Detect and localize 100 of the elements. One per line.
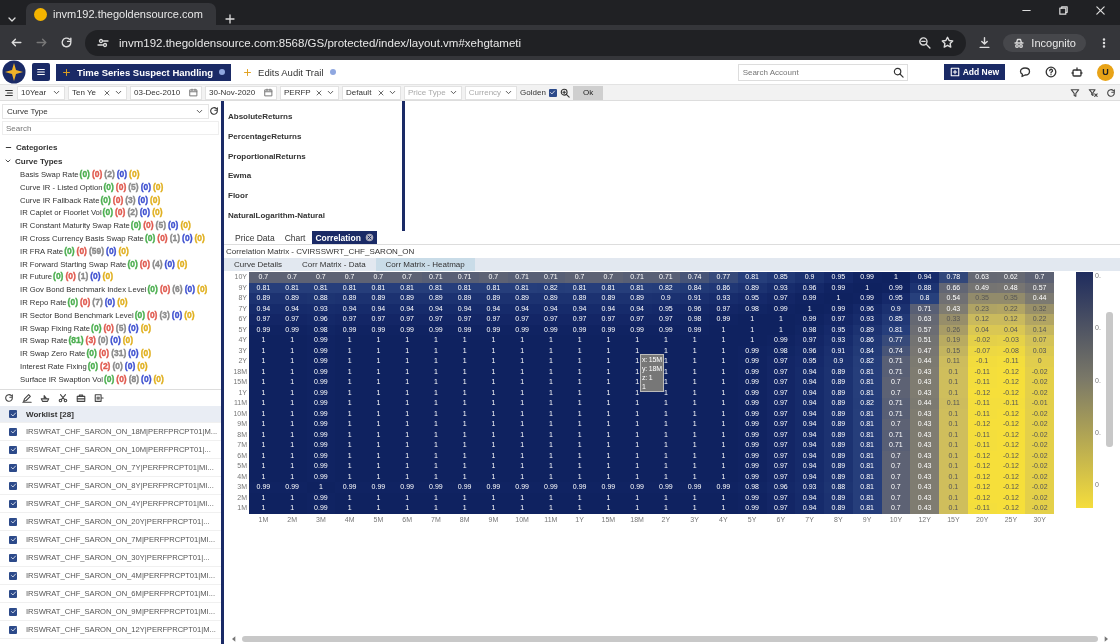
clear-icon[interactable]: [377, 88, 385, 97]
scroll-left-icon[interactable]: [230, 635, 238, 643]
ok-button[interactable]: Ok: [572, 85, 604, 100]
calendar-icon[interactable]: [264, 88, 273, 97]
star-icon[interactable]: [941, 36, 955, 49]
count-label: (0): [100, 193, 111, 207]
zoom-in-icon[interactable]: [559, 87, 570, 98]
add-new-button[interactable]: Add New: [943, 64, 1005, 80]
checkbox[interactable]: [9, 410, 17, 418]
count-label: (0): [144, 232, 156, 245]
dropdown-icon[interactable]: [52, 88, 61, 97]
filter-dropdown[interactable]: Ten Ye: [68, 85, 127, 100]
scroll-right-icon[interactable]: [1102, 635, 1110, 643]
count-label: (0): [153, 180, 164, 194]
checkbox[interactable]: [9, 427, 17, 436]
count-label: (3): [85, 334, 96, 348]
checkbox[interactable]: [9, 553, 17, 562]
dropdown-icon[interactable]: [388, 88, 397, 97]
star-logo[interactable]: [2, 60, 26, 84]
checkbox[interactable]: [9, 463, 17, 472]
curve-type-dropdown[interactable]: Curve Type: [2, 103, 209, 119]
pencil-icon[interactable]: [22, 393, 32, 403]
check-icon: [9, 590, 17, 597]
checkbox[interactable]: [9, 607, 17, 616]
filter-dropdown[interactable]: 10Year: [17, 85, 65, 100]
site-settings-icon[interactable]: [97, 36, 109, 49]
refresh-icon[interactable]: [1106, 87, 1116, 98]
count-label: (0): [112, 359, 123, 373]
filter-dropdown[interactable]: PERFP: [280, 85, 339, 100]
date-field[interactable]: 30-Nov-2020: [205, 85, 277, 100]
zoom-icon[interactable]: [918, 36, 932, 49]
menu-icon[interactable]: [32, 63, 50, 81]
refresh-icon[interactable]: [4, 393, 14, 403]
briefcase-icon[interactable]: [76, 393, 86, 403]
refresh-icon[interactable]: [209, 106, 219, 116]
user-avatar[interactable]: U: [1097, 63, 1114, 81]
chevron-down-icon[interactable]: [4, 157, 12, 165]
function-item[interactable]: Ewma: [228, 171, 252, 181]
chat-icon[interactable]: [1019, 66, 1031, 78]
checkbox[interactable]: [9, 571, 17, 580]
checkbox[interactable]: [9, 535, 17, 544]
view-tab[interactable]: Price Data: [232, 231, 278, 244]
count-label: (0): [130, 219, 142, 232]
scrollbar[interactable]: [242, 636, 1098, 642]
boat-icon[interactable]: [40, 393, 50, 403]
restore-icon[interactable]: [1058, 4, 1069, 16]
sub-tab[interactable]: Corr Matrix - Data: [292, 258, 376, 271]
check-icon: [9, 446, 17, 453]
checkbox[interactable]: [9, 625, 17, 634]
function-item[interactable]: PercentageReturns: [228, 132, 302, 141]
count-label: (0): [53, 270, 64, 284]
incognito-badge[interactable]: Incognito: [1003, 33, 1086, 52]
dropdown-icon[interactable]: [448, 88, 458, 97]
checkbox[interactable]: [9, 517, 17, 526]
function-item[interactable]: ProportionalReturns: [228, 151, 306, 161]
forward-icon[interactable]: [35, 36, 48, 49]
tree-node[interactable]: Curve Types: [15, 156, 63, 166]
checkbox[interactable]: [9, 481, 17, 490]
function-item[interactable]: AbsoluteReturns: [228, 112, 293, 122]
checkbox[interactable]: [9, 445, 17, 454]
reload-icon[interactable]: [60, 36, 73, 49]
download-icon[interactable]: [978, 36, 992, 49]
new-tab-icon[interactable]: [224, 13, 236, 25]
count-label: (0): [128, 321, 139, 335]
search-field[interactable]: Search Account: [737, 63, 908, 81]
tree-node[interactable]: Categories: [16, 142, 58, 152]
checkbox[interactable]: [9, 589, 17, 598]
count-label: (0): [64, 244, 75, 258]
count-label: (0): [102, 206, 113, 220]
filter-dropdown[interactable]: Default: [342, 85, 401, 100]
help-icon[interactable]: [1045, 66, 1057, 78]
function-item[interactable]: NaturalLogarithm-Natural: [228, 210, 325, 220]
count-label: (2): [127, 206, 138, 220]
list-icon[interactable]: [4, 87, 14, 98]
scissors-icon[interactable]: [58, 393, 68, 403]
calendar-icon[interactable]: [189, 88, 198, 97]
view-tab[interactable]: Chart: [281, 231, 309, 244]
filter-icon[interactable]: [1070, 87, 1080, 98]
clear-icon[interactable]: [103, 88, 111, 97]
function-item[interactable]: Floor: [228, 191, 248, 200]
checkbox[interactable]: [548, 88, 557, 97]
clear-icon[interactable]: [315, 88, 323, 97]
dropdown-icon[interactable]: [326, 88, 335, 97]
sub-tab[interactable]: Curve Details: [224, 258, 292, 271]
export-icon[interactable]: [94, 393, 104, 403]
dropdown-icon[interactable]: [114, 88, 123, 97]
back-icon[interactable]: [10, 36, 23, 49]
date-field[interactable]: 03-Dec-2010: [130, 85, 202, 100]
search-field[interactable]: Search: [2, 121, 219, 135]
app-tab[interactable]: Time Series Suspect Handling: [56, 63, 232, 81]
app-tab[interactable]: Edits Audit Trail: [237, 63, 342, 81]
view-tab[interactable]: Correlation: [312, 231, 377, 244]
filter-clear-icon[interactable]: [1088, 87, 1098, 98]
close-icon[interactable]: [364, 233, 374, 242]
sub-tab[interactable]: Corr Matrix - Heatmap: [375, 258, 475, 271]
checkbox[interactable]: [9, 499, 17, 508]
dropdown-icon[interactable]: [504, 88, 514, 97]
robot-icon[interactable]: [1071, 66, 1083, 78]
close-icon[interactable]: [1095, 4, 1106, 16]
site-icon: [34, 7, 47, 21]
